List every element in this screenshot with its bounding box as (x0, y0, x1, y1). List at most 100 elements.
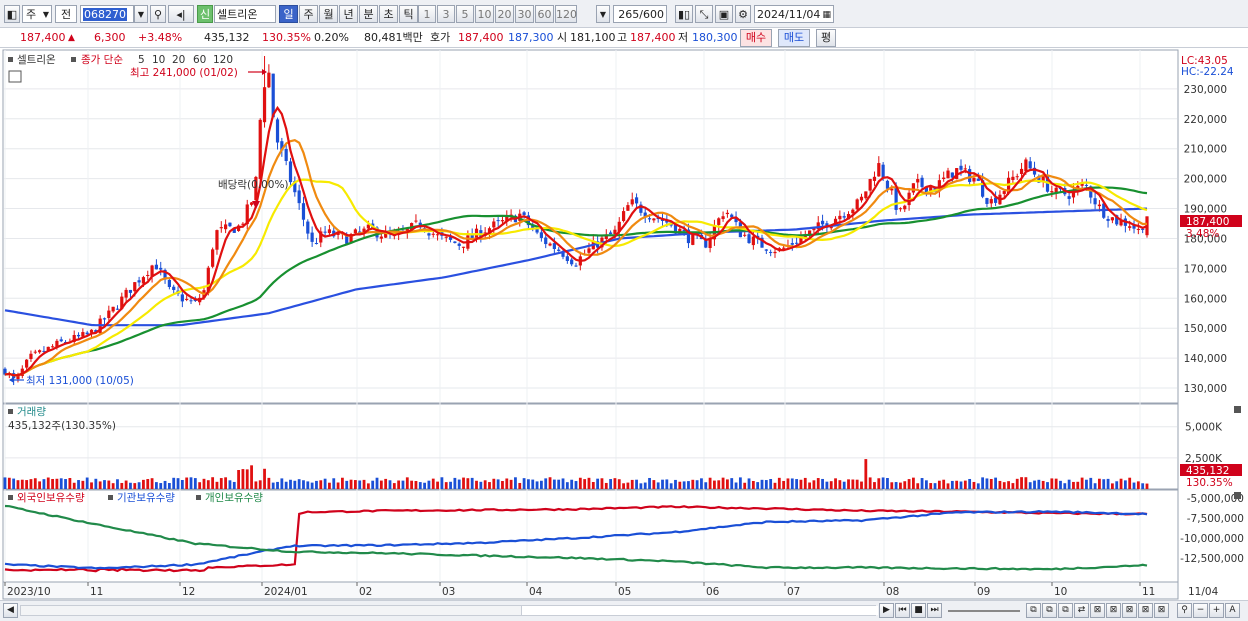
candle-body (1084, 184, 1089, 186)
tool-icon-2[interactable]: ⧉ (1042, 603, 1057, 618)
zoom-in-icon[interactable]: + (1209, 603, 1224, 618)
speaker-icon[interactable]: ◂| (168, 5, 194, 23)
volume-bar (994, 477, 997, 489)
interval-dropdown-icon[interactable]: ▼ (596, 5, 610, 23)
compare-select[interactable]: 전 (55, 5, 77, 23)
volume-bar (1011, 483, 1015, 489)
candle-body (33, 351, 37, 353)
volume-bar (193, 478, 197, 489)
period-tab-2[interactable]: 월 (319, 5, 338, 23)
candle-body (773, 251, 777, 254)
new-badge: 신 (197, 5, 213, 23)
period-tab-1[interactable]: 주 (299, 5, 318, 23)
interval-button-3[interactable]: 3 (437, 5, 455, 23)
stop-icon[interactable]: ■ (911, 603, 926, 618)
volume-bar (488, 482, 491, 489)
interval-button-20[interactable]: 20 (495, 5, 514, 23)
gear-icon[interactable]: ⚙ (735, 5, 751, 23)
volume-bar (297, 479, 301, 489)
count-input[interactable]: 265/600 (613, 5, 667, 23)
pct-tag: 3.48% (1186, 228, 1219, 240)
interval-button-30[interactable]: 30 (515, 5, 534, 23)
tool-icon-4[interactable]: ⇄ (1074, 603, 1089, 618)
interval-button-120[interactable]: 120 (555, 5, 577, 23)
candle-type-icon[interactable]: ▮▯ (675, 5, 693, 23)
candle-body (1110, 217, 1114, 221)
tool-icon-8[interactable]: ⊠ (1138, 603, 1153, 618)
volume-bar (1076, 481, 1080, 489)
close-panel-icon[interactable] (1234, 492, 1241, 499)
candle-body (50, 346, 55, 348)
volume-bar (1106, 478, 1110, 489)
period-tab-3[interactable]: 년 (339, 5, 358, 23)
buy-button[interactable]: 매수 (740, 29, 772, 47)
save-icon[interactable]: ▣ (715, 5, 733, 23)
legend-square-icon (71, 57, 76, 62)
candle-body (872, 176, 877, 181)
volume-bar (829, 481, 833, 489)
volume-bar (276, 481, 279, 489)
calendar-icon[interactable]: ▦ (822, 6, 831, 24)
grid-toggle-icon[interactable] (8, 70, 22, 83)
horizontal-scrollbar[interactable] (20, 605, 878, 616)
candle-body (431, 233, 435, 235)
scrollbar-thumb[interactable] (521, 606, 878, 615)
tool-icon-5[interactable]: ⊠ (1090, 603, 1105, 618)
hc-label: HC:-22.24 (1181, 66, 1234, 78)
x-axis-frame (2, 581, 1179, 600)
chart-canvas[interactable]: 230,000220,000210,000200,000190,000180,0… (0, 48, 1248, 600)
interval-button-1[interactable]: 1 (418, 5, 436, 23)
draw-tool-icon[interactable]: ⤡ (695, 5, 713, 23)
date-input[interactable]: 2024/11/04 ▦ (754, 5, 834, 23)
stock-code-input[interactable]: 068270 (80, 5, 134, 23)
candle-body (137, 280, 141, 283)
volume-bar (7, 477, 11, 489)
tool-icon-3[interactable]: ⧉ (1058, 603, 1073, 618)
period-tab-0[interactable]: 일 (279, 5, 298, 23)
font-size-icon[interactable]: A (1225, 603, 1240, 618)
tool-icon-1[interactable]: ⧉ (1026, 603, 1041, 618)
candle-body (691, 234, 695, 245)
jump-last-icon[interactable]: ⏭ (927, 603, 942, 618)
volume-bar (328, 482, 331, 489)
volume-bar (1059, 480, 1062, 489)
interval-button-10[interactable]: 10 (475, 5, 494, 23)
period-tab-6[interactable]: 틱 (399, 5, 418, 23)
close-panel-icon[interactable] (1234, 406, 1241, 413)
interval-button-5[interactable]: 5 (456, 5, 474, 23)
volume-bar (786, 478, 790, 489)
stock-name-field[interactable]: 셀트리온 (214, 5, 276, 23)
sell-button[interactable]: 매도 (778, 29, 810, 47)
layout-icon[interactable]: ◧ (4, 5, 20, 23)
eval-button[interactable]: 평 (816, 29, 836, 47)
jump-first-icon[interactable]: ⏮ (895, 603, 910, 618)
volume-bar (462, 477, 465, 489)
tool-icon-6[interactable]: ⊠ (1106, 603, 1121, 618)
volume-bar (51, 478, 54, 489)
candle-body (747, 234, 751, 244)
tool-icon-9[interactable]: ⊠ (1154, 603, 1169, 618)
scroll-left-icon[interactable]: ◀ (3, 603, 18, 618)
volume-bar (622, 483, 625, 489)
low-price: 180,300 (692, 31, 738, 44)
period-tab-5[interactable]: 초 (379, 5, 398, 23)
ma-label: 종가 단순 (81, 54, 123, 66)
volume-bar (267, 477, 271, 489)
zoom-out-icon[interactable]: − (1193, 603, 1208, 618)
legend-foreign: 외국인보유수량 (17, 492, 85, 504)
candle-body (133, 282, 137, 292)
period-select[interactable]: 주 ▼ (22, 5, 52, 23)
volume-bar (985, 478, 989, 489)
zoom-search-icon[interactable]: ⚲ (1177, 603, 1192, 618)
zoom-slider[interactable] (948, 610, 1020, 612)
search-icon[interactable]: ⚲ (150, 5, 166, 23)
volume-bar (501, 481, 504, 489)
code-dropdown-icon[interactable]: ▼ (134, 5, 148, 23)
volume-bar (617, 479, 621, 489)
scroll-right-icon[interactable]: ▶ (879, 603, 894, 618)
tool-icon-7[interactable]: ⊠ (1122, 603, 1137, 618)
period-tab-4[interactable]: 분 (359, 5, 378, 23)
interval-button-60[interactable]: 60 (535, 5, 554, 23)
candle-body (159, 267, 163, 270)
volume-bar (777, 477, 781, 489)
